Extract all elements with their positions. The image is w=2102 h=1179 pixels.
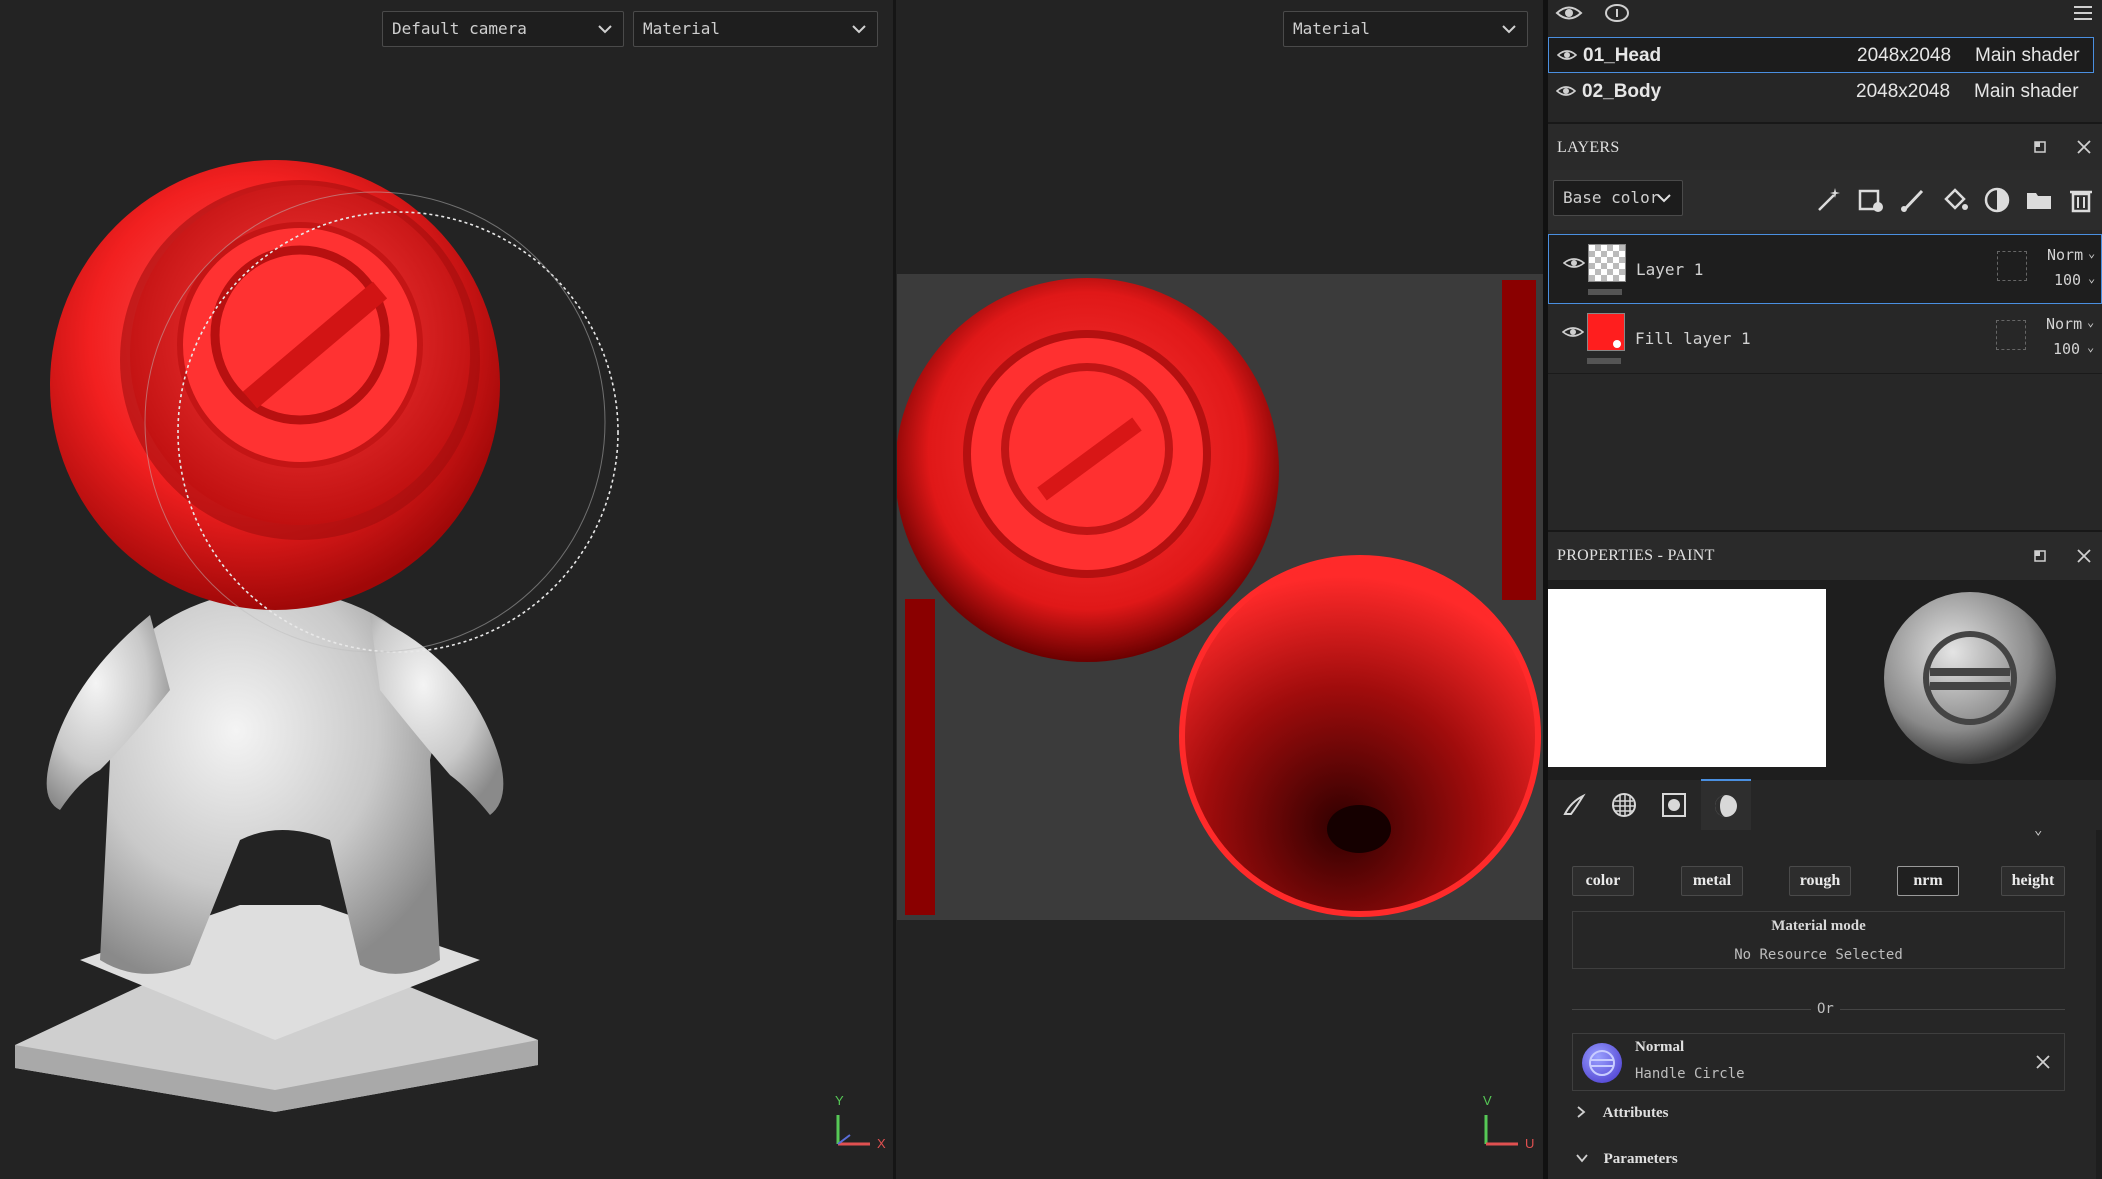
mask-slot[interactable] [1997,251,2027,281]
brush-tab-icon[interactable] [1561,792,1587,822]
properties-title: PROPERTIES - PAINT [1557,547,1715,564]
chevron-down-icon [597,12,613,35]
undock-icon[interactable] [2033,548,2047,567]
eye-icon[interactable] [1555,83,1577,105]
material-mode-box[interactable]: Material mode No Resource Selected [1572,911,2065,969]
material-sphere-preview [1884,592,2056,764]
parameters-section-toggle[interactable]: Parameters [1575,1149,1678,1169]
fill-icon [1613,340,1621,348]
mask-slot[interactable] [1996,320,2026,350]
axis-label-x: X [877,1136,886,1151]
camera-select[interactable]: Default camera [382,11,624,47]
layer-name: Layer 1 [1636,260,1704,279]
texture-set-row[interactable]: 01_Head 2048x2048 Main shader [1548,37,2094,73]
channel-toggle-color[interactable]: color [1572,866,1634,896]
visibility-toggle-icon[interactable] [1555,2,1583,28]
effects-icon[interactable] [1856,185,1886,215]
mannequin-render [15,160,619,1112]
chevron-down-icon [1501,12,1517,35]
eye-icon[interactable] [1561,324,1585,344]
texture-set-row[interactable]: 02_Body 2048x2048 Main shader [1548,74,2094,110]
fill-bucket-icon[interactable] [1940,185,1970,215]
layer-thumbnail [1587,313,1625,351]
material-tab-icon [1713,793,1739,823]
close-icon[interactable] [2077,139,2091,158]
menu-icon[interactable] [2072,2,2094,28]
texture-set-shader[interactable]: Main shader [1975,45,2080,67]
resource-name: Handle Circle [1635,1066,1745,1082]
texture-set-name: 01_Head [1583,45,1662,66]
material-select-2d[interactable]: Material [1283,11,1528,47]
layer-opacity[interactable]: 100 [2053,340,2080,358]
uv-texture-sheet[interactable] [895,274,1543,920]
layer-opacity[interactable]: 100 [2054,271,2081,289]
material-mode-label: Material mode [1771,918,1866,934]
material-tab[interactable] [1701,779,1751,832]
alpha-tab-icon[interactable] [1611,792,1637,822]
resource-slot[interactable]: Normal Handle Circle [1572,1033,2065,1091]
texture-set-resolution: 2048x2048 [1856,81,1951,102]
viewport-3d[interactable]: Default camera Material Y X [0,0,893,1179]
chevron-down-icon [1575,1149,1589,1168]
properties-scrollbar[interactable] [2096,830,2102,1179]
resource-type: Normal [1635,1039,1685,1055]
uv-islands [895,278,1541,917]
attributes-section-toggle[interactable]: Attributes [1575,1104,1668,1124]
layer-thumbnail [1588,244,1626,282]
close-icon[interactable] [2036,1054,2050,1073]
texture-set-shader[interactable]: Main shader [1974,81,2079,103]
chevron-down-icon[interactable]: ⌄ [2088,271,2095,285]
texture-set-resolution: 2048x2048 [1857,45,1952,66]
chevron-down-icon [851,12,867,35]
stencil-tab-icon[interactable] [1661,792,1687,822]
paint-brush-icon[interactable] [1898,185,1928,215]
axis-label-u: U [1525,1136,1535,1151]
material-select-3d[interactable]: Material [633,11,878,47]
chevron-down-icon[interactable]: ⌄ [2088,246,2095,260]
eye-icon[interactable] [1562,255,1586,275]
chevron-down-icon [1656,181,1672,204]
magic-wand-icon[interactable] [1814,185,1844,215]
undock-icon[interactable] [2033,139,2047,158]
channel-toggle-metal[interactable]: metal [1681,866,1743,896]
or-label: Or [1811,1001,1840,1017]
normal-map-thumbnail [1582,1043,1622,1083]
layers-title: LAYERS [1557,139,1620,156]
close-icon[interactable] [2077,548,2091,567]
brush-stroke-preview [1548,589,1826,767]
trash-icon[interactable] [2066,185,2096,215]
smart-material-icon[interactable] [1982,185,2012,215]
folder-icon[interactable] [2024,185,2054,215]
blend-mode[interactable]: Norm [2047,246,2083,264]
channel-select[interactable]: Base color [1553,180,1683,216]
channel-select-value: Base color [1563,188,1660,207]
attributes-label: Attributes [1602,1105,1669,1121]
layer-mask-bar [1588,289,1622,295]
eye-icon[interactable] [1556,47,1578,69]
layer-row[interactable]: Layer 1 Norm ⌄ 100 ⌄ [1548,234,2102,304]
camera-select-value: Default camera [392,19,527,38]
material-select-2d-value: Material [1293,19,1371,38]
layer-mask-bar [1587,358,1621,364]
channel-toggle-rough[interactable]: rough [1789,866,1851,896]
info-icon[interactable] [1603,2,1631,28]
layer-name: Fill layer 1 [1635,329,1751,348]
no-resource-text: No Resource Selected [1734,947,1903,963]
chevron-right-icon [1575,1104,1587,1123]
axis-label-v: V [1483,1093,1492,1108]
chevron-down-icon[interactable]: ⌄ [2087,340,2094,354]
material-select-3d-value: Material [643,19,721,38]
texture-set-name: 02_Body [1582,81,1662,102]
blend-mode[interactable]: Norm [2046,315,2082,333]
layer-row[interactable]: Fill layer 1 Norm ⌄ 100 ⌄ [1548,304,2102,374]
parameters-label: Parameters [1603,1151,1678,1167]
collapse-icon[interactable]: ⌄ [2034,822,2042,838]
axis-label-y: Y [835,1093,844,1108]
channel-toggle-nrm[interactable]: nrm [1897,866,1959,896]
chevron-down-icon[interactable]: ⌄ [2087,315,2094,329]
layers-header [1548,122,2102,172]
channel-toggle-height[interactable]: height [2001,866,2065,896]
